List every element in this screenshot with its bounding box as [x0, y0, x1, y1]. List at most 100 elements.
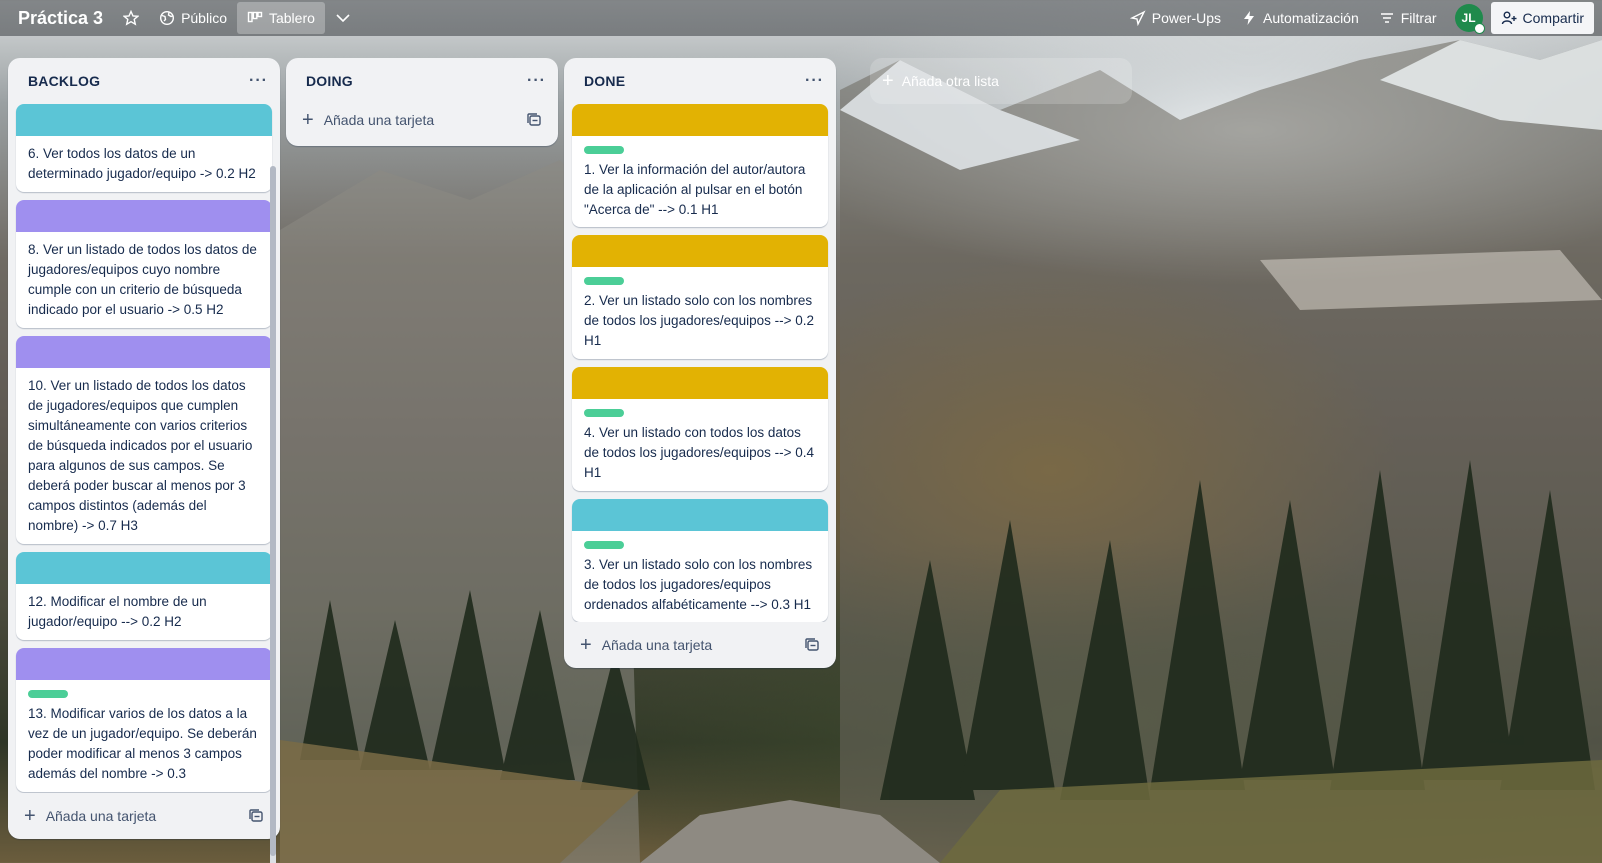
- add-list-button[interactable]: + Añada otra lista: [870, 58, 1132, 104]
- share-button[interactable]: Compartir: [1490, 2, 1594, 34]
- share-label: Compartir: [1522, 10, 1584, 26]
- card-body: 13. Modificar varios de los datos a la v…: [16, 680, 272, 792]
- member-avatar[interactable]: JL: [1454, 4, 1485, 34]
- add-card-label: Añada una tarjeta: [323, 112, 435, 128]
- list-header: DOING ···: [286, 58, 558, 104]
- filter-button[interactable]: Filtrar: [1369, 2, 1447, 34]
- automation-label: Automatización: [1263, 10, 1359, 26]
- card-cover: [572, 367, 828, 399]
- list-scrollbar[interactable]: [270, 166, 276, 863]
- card[interactable]: 10. Ver un listado de todos los datos de…: [16, 336, 272, 544]
- card-cover: [16, 336, 272, 368]
- add-card-button[interactable]: + Añada una tarjeta: [24, 806, 156, 826]
- card[interactable]: 6. Ver todos los datos de un determinado…: [16, 104, 272, 192]
- board-title[interactable]: Práctica 3: [8, 8, 113, 29]
- card[interactable]: 3. Ver un listado solo con los nombres d…: [572, 498, 828, 623]
- card-title: 12. Modificar el nombre de un jugador/eq…: [28, 594, 207, 629]
- card-cover: [572, 103, 828, 136]
- list-title[interactable]: BACKLOG: [28, 73, 100, 89]
- list-footer: + Añada una tarjeta: [8, 793, 280, 839]
- card-title: 6. Ver todos los datos de un determinado…: [28, 146, 256, 181]
- card-cover: [572, 498, 828, 531]
- card-label[interactable]: [28, 690, 68, 698]
- card-title: 2. Ver un listado solo con los nombres d…: [584, 293, 815, 349]
- card-label[interactable]: [584, 277, 624, 286]
- powerups-button[interactable]: Power-Ups: [1120, 2, 1231, 34]
- list-menu-button[interactable]: ···: [527, 72, 546, 90]
- plus-icon: +: [24, 805, 36, 827]
- add-card-label: Añada una tarjeta: [45, 808, 157, 824]
- filter-label: Filtrar: [1400, 10, 1437, 26]
- list-backlog: BACKLOG ··· 6. Ver todos los datos de un…: [8, 58, 280, 863]
- card-body: 10. Ver un listado de todos los datos de…: [16, 368, 272, 544]
- list-menu-button[interactable]: ···: [805, 72, 824, 90]
- filter-icon: [1380, 13, 1393, 23]
- visibility-label: Público: [181, 10, 227, 26]
- visibility-button[interactable]: Público: [149, 2, 237, 34]
- card-title: 8. Ver un listado de todos los datos de …: [28, 242, 257, 317]
- card-body: 3. Ver un listado solo con los nombres d…: [572, 531, 828, 623]
- card-body: 4. Ver un listado con todos los datos de…: [572, 399, 828, 491]
- card-template-icon[interactable]: [804, 637, 820, 653]
- add-card-label: Añada una tarjeta: [601, 637, 713, 654]
- scrollbar-thumb[interactable]: [270, 166, 276, 856]
- add-card-button[interactable]: + Añada una tarjeta: [302, 110, 434, 130]
- list-done: DONE ··· 1. Ver la información del autor…: [564, 58, 836, 668]
- card-label[interactable]: [584, 540, 624, 549]
- plus-icon: +: [882, 70, 894, 92]
- card[interactable]: 13. Modificar varios de los datos a la v…: [16, 648, 272, 792]
- plus-icon: +: [302, 109, 314, 131]
- card-list: 1. Ver la información del autor/autora d…: [564, 103, 836, 623]
- list-menu-button[interactable]: ···: [249, 72, 268, 90]
- card-label[interactable]: [584, 145, 624, 154]
- list-title[interactable]: DOING: [306, 73, 353, 89]
- card-body: 2. Ver un listado solo con los nombres d…: [572, 267, 828, 359]
- rocket-icon: [1129, 10, 1146, 26]
- card[interactable]: 8. Ver un listado de todos los datos de …: [16, 200, 272, 328]
- add-list-label: Añada otra lista: [901, 73, 999, 89]
- card-template-icon[interactable]: [526, 112, 542, 128]
- board-view-label: Tablero: [268, 10, 315, 26]
- card-body: 12. Modificar el nombre de un jugador/eq…: [16, 584, 272, 640]
- globe-icon: [160, 10, 175, 26]
- list-footer: + Añada una tarjeta: [564, 622, 836, 668]
- card-title: 13. Modificar varios de los datos a la v…: [28, 706, 257, 781]
- card[interactable]: 2. Ver un listado solo con los nombres d…: [572, 235, 828, 359]
- star-icon: [123, 10, 140, 26]
- card-body: 6. Ver todos los datos de un determinado…: [16, 136, 272, 192]
- card-cover: [572, 235, 828, 268]
- card-cover: [16, 552, 272, 584]
- list-header: DONE ···: [564, 58, 836, 104]
- powerups-label: Power-Ups: [1151, 10, 1222, 26]
- card-template-icon[interactable]: [248, 808, 264, 824]
- list-footer: + Añada una tarjeta: [286, 102, 558, 138]
- chevron-down-icon: [336, 14, 350, 23]
- list-title[interactable]: DONE: [584, 73, 625, 89]
- list-doing: DOING ··· + Añada una tarjeta: [286, 58, 558, 146]
- automation-button[interactable]: Automatización: [1231, 2, 1369, 34]
- list-header: BACKLOG ···: [8, 58, 280, 104]
- card-title: 3. Ver un listado solo con los nombres d…: [584, 556, 813, 612]
- add-person-icon: [1501, 11, 1517, 25]
- board-view-button[interactable]: Tablero: [236, 2, 325, 34]
- card[interactable]: 4. Ver un listado con todos los datos de…: [572, 367, 828, 491]
- card-list: 6. Ver todos los datos de un determinado…: [8, 104, 280, 793]
- card[interactable]: 12. Modificar el nombre de un jugador/eq…: [16, 552, 272, 640]
- card-title: 4. Ver un listado con todos los datos de…: [584, 425, 815, 480]
- card[interactable]: 1. Ver la información del autor/autora d…: [572, 103, 828, 228]
- view-switcher-button[interactable]: [325, 2, 361, 34]
- admin-badge-icon: [1473, 23, 1485, 34]
- card-body: 1. Ver la información del autor/autora d…: [572, 136, 828, 228]
- add-card-button[interactable]: + Añada una tarjeta: [580, 635, 712, 655]
- card-title: 1. Ver la información del autor/autora d…: [584, 161, 806, 217]
- card-body: 8. Ver un listado de todos los datos de …: [16, 232, 272, 328]
- lightning-icon: [1244, 11, 1255, 25]
- avatar-initials: JL: [1461, 11, 1476, 25]
- star-button[interactable]: [113, 2, 149, 34]
- plus-icon: +: [580, 634, 592, 657]
- board-header: Práctica 3 Público Tablero Power-Ups Aut…: [0, 0, 1602, 36]
- card-cover: [16, 648, 272, 680]
- card-label[interactable]: [584, 409, 624, 417]
- card-title: 10. Ver un listado de todos los datos de…: [28, 378, 253, 533]
- board-icon: [247, 11, 263, 23]
